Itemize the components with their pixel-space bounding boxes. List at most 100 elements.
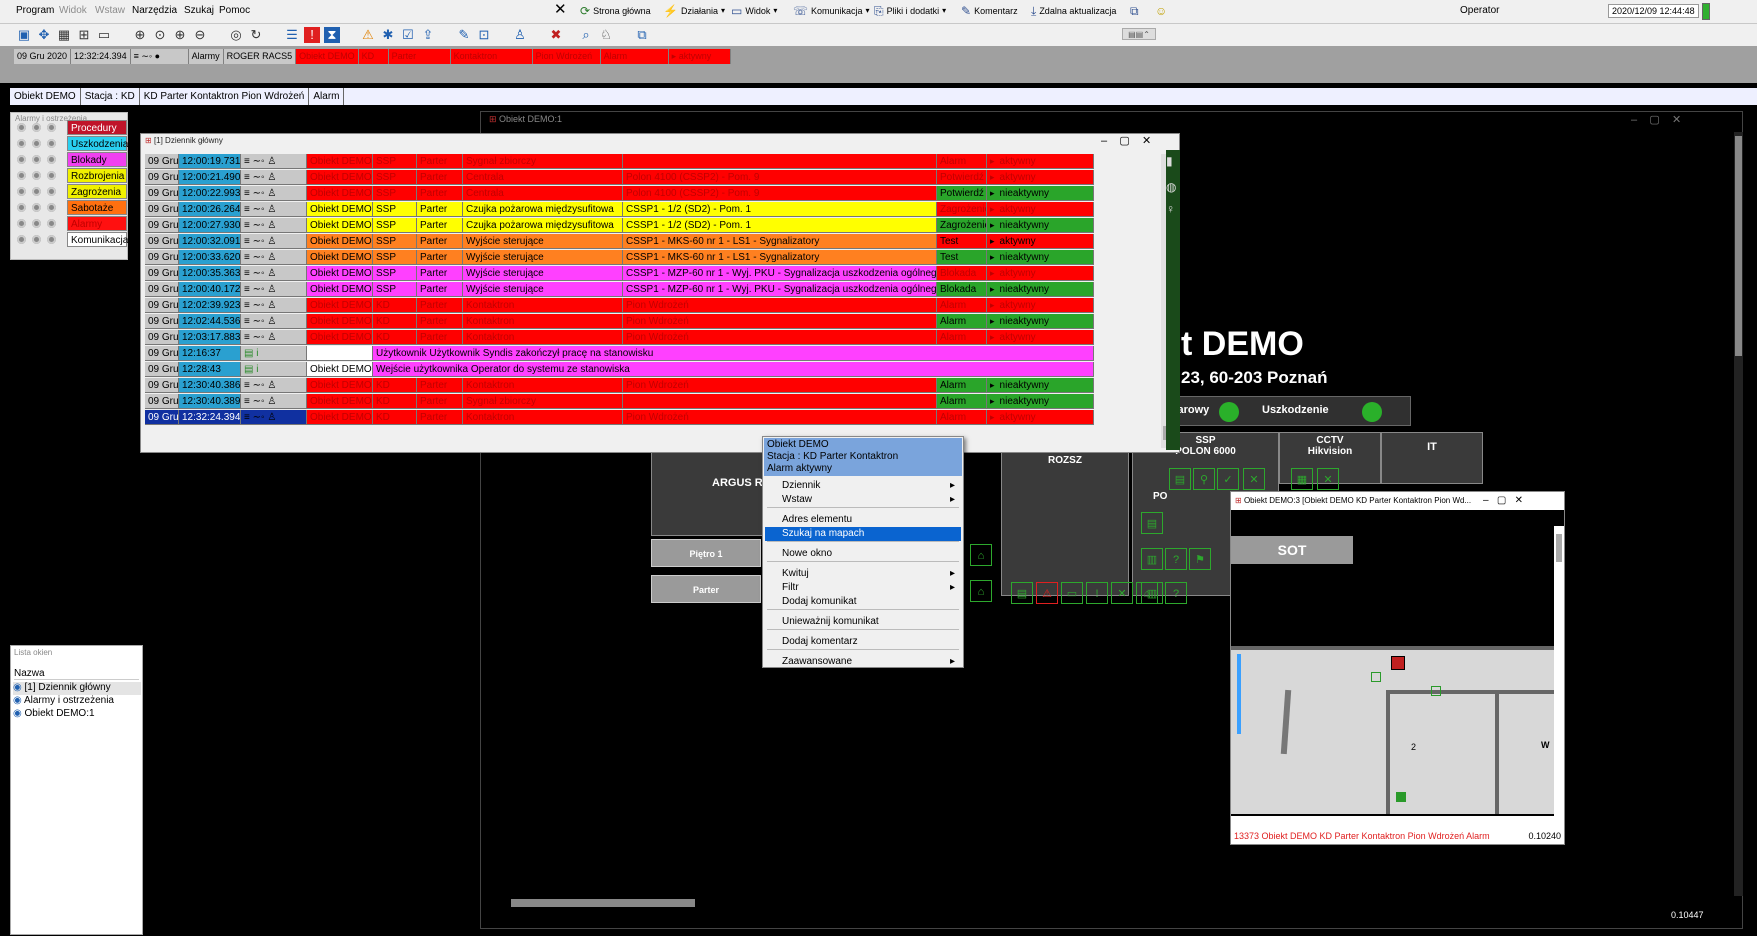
legend-row[interactable]: Blokady: [11, 151, 127, 167]
journal-row[interactable]: 09 Gru 12:00:33.620 ≡ ∼◦ ♙ Obiekt DEMO SSP Pa…: [145, 250, 1094, 266]
rozsz-bell-icon[interactable]: ⚠: [1036, 582, 1058, 604]
subwin-h-scrollbar[interactable]: [1231, 816, 1564, 828]
po-chart2-icon[interactable]: ▥: [1141, 582, 1163, 604]
po-question-icon[interactable]: ?: [1165, 548, 1187, 570]
window-icon[interactable]: ▣: [16, 27, 32, 43]
journal-row[interactable]: 09 Gru 12:00:35.363 ≡ ∼◦ ♙ Obiekt DEMO SSP Pa…: [145, 266, 1094, 282]
menu-item-unieważnij-komunikat[interactable]: Unieważnij komunikat: [765, 615, 961, 629]
subwin-titlebar[interactable]: ⊞ Obiekt DEMO:3 [Obiekt DEMO KD Parter K…: [1231, 492, 1564, 510]
globe-icon[interactable]: ◍: [1166, 180, 1176, 194]
alarm-sensor-icon[interactable]: [1391, 656, 1405, 670]
legend-row[interactable]: Sabotaże: [11, 199, 127, 215]
legend-toggle[interactable]: [32, 138, 41, 148]
menu-widok[interactable]: Widok: [59, 5, 87, 16]
v-scrollbar[interactable]: [1734, 132, 1743, 896]
legend-toggle[interactable]: [17, 122, 26, 132]
legend-row[interactable]: Procedury: [11, 119, 127, 135]
legend-row[interactable]: Uszkodzenia: [11, 135, 128, 151]
legend-toggle[interactable]: [17, 202, 26, 212]
sot-button[interactable]: SOT: [1231, 536, 1353, 564]
warning-icon[interactable]: ⚠: [360, 27, 376, 43]
journal-message-row[interactable]: 09 Gru 12:16:37 ▤ i Użytkownik Użytkownik …: [145, 346, 1094, 362]
menu-item-wstaw[interactable]: Wstaw ▸: [765, 493, 961, 507]
menu-item-nowe-okno[interactable]: Nowe okno: [765, 547, 961, 561]
window-list-item[interactable]: ◉ [1] Dziennik główny: [13, 682, 141, 695]
comment-button[interactable]: ✎ Komentarz: [961, 5, 1018, 17]
menu-item-dodaj-komunikat[interactable]: Dodaj komunikat: [765, 595, 961, 609]
list-icon[interactable]: ☰: [284, 27, 300, 43]
journal-row[interactable]: 09 Gru 12:30:40.389 ≡ ∼◦ ♙ Obiekt DEMO KD Par…: [145, 394, 1094, 410]
screens-button[interactable]: ⧉: [1130, 5, 1139, 17]
edit-frame-icon[interactable]: ⊡: [476, 27, 492, 43]
zoom-fit-icon[interactable]: ⊕: [132, 27, 148, 43]
journal-row[interactable]: 09 Gru 12:00:40.172 ≡ ∼◦ ♙ Obiekt DEMO SSP Pa…: [145, 282, 1094, 298]
search-icon[interactable]: ⌕: [578, 27, 594, 43]
legend-toggle[interactable]: [32, 186, 41, 196]
po-question2-icon[interactable]: ?: [1165, 582, 1187, 604]
zoom-in-icon[interactable]: ⊕: [172, 27, 188, 43]
sensor-icon[interactable]: [1431, 686, 1441, 696]
po-bell-icon[interactable]: ⚑: [1189, 548, 1211, 570]
menu-program[interactable]: Program: [16, 5, 54, 16]
menu-item-szukaj-na-mapach[interactable]: Szukaj na mapach: [765, 527, 961, 541]
files-button[interactable]: ⎘ Pliki i dodatki ▾: [874, 5, 946, 17]
breadcrumb-event[interactable]: Alarm: [309, 88, 345, 105]
smiley-button[interactable]: ☺: [1155, 5, 1167, 17]
legend-toggle[interactable]: [32, 122, 41, 132]
sensor-icon[interactable]: [1396, 792, 1406, 802]
po-chart-icon[interactable]: ▥: [1141, 548, 1163, 570]
map-window-controls[interactable]: – ▢ ✕: [1631, 113, 1681, 126]
journal-row[interactable]: 09 Gru 12:00:27.930 ≡ ∼◦ ♙ Obiekt DEMO SSP Pa…: [145, 218, 1094, 234]
legend-toggle[interactable]: [17, 218, 26, 228]
sensor-icon[interactable]: [1371, 672, 1381, 682]
journal-row[interactable]: 09 Gru 12:32:24.394 ≡ ∼◦ ♙ Obiekt DEMO KD Par…: [145, 410, 1094, 426]
legend-toggle[interactable]: [47, 138, 56, 148]
subwin-v-scrollbar[interactable]: [1554, 526, 1564, 816]
actions-button[interactable]: ⚡ Działania ▾: [663, 5, 725, 17]
zoom-region-icon[interactable]: ⊙: [152, 27, 168, 43]
edit-icon[interactable]: ✎: [456, 27, 472, 43]
legend-toggle[interactable]: [32, 202, 41, 212]
ssp-ack-icon[interactable]: ✓: [1217, 468, 1239, 490]
legend-row[interactable]: Zagrożenia: [11, 183, 127, 199]
h-scroll-thumb[interactable]: [511, 899, 695, 907]
menu-item-filtr[interactable]: Filtr ▸: [765, 581, 961, 595]
legend-toggle[interactable]: [47, 202, 56, 212]
subwin-controls[interactable]: – ▢ ✕: [1483, 492, 1523, 510]
legend-toggle[interactable]: [47, 154, 56, 164]
argus-lock-icon[interactable]: ⌂: [970, 544, 992, 566]
rozsz-input-icon[interactable]: ▤: [1011, 582, 1033, 604]
menu-szukaj[interactable]: Szukaj: [184, 5, 214, 16]
menu-narzedzia[interactable]: Narzędzia: [132, 5, 177, 16]
legend-toggle[interactable]: [32, 170, 41, 180]
ssp-detector-icon[interactable]: ▤: [1169, 468, 1191, 490]
rozsz-panel[interactable]: ROZSZ: [1001, 432, 1129, 596]
legend-toggle[interactable]: [32, 218, 41, 228]
communication-button[interactable]: ☏ Komunikacja ▾: [793, 5, 870, 17]
po-input-icon[interactable]: ▤: [1141, 512, 1163, 534]
legend-toggle[interactable]: [47, 186, 56, 196]
hourglass-icon[interactable]: ⧗: [324, 27, 340, 43]
legend-toggle[interactable]: [47, 218, 56, 228]
menu-pomoc[interactable]: Pomoc: [219, 5, 250, 16]
breadcrumb-object[interactable]: Obiekt DEMO: [10, 88, 81, 105]
upload-icon[interactable]: ⇪: [420, 27, 436, 43]
legend-toggle[interactable]: [17, 138, 26, 148]
breadcrumb-station[interactable]: Stacja : KD: [81, 88, 140, 105]
update-button[interactable]: ⤓ Zdalna aktualizacja: [1031, 5, 1116, 17]
mini-controls[interactable]: ▤▤⌃: [1122, 28, 1156, 40]
legend-toggle[interactable]: [47, 234, 56, 244]
close-x-button[interactable]: ✕: [554, 2, 567, 17]
target-icon[interactable]: ◎: [228, 27, 244, 43]
journal-message-row[interactable]: 09 Gru 12:28:43 ▤ i Obiekt DEMO Wejście uży…: [145, 362, 1094, 378]
zoom-out-icon[interactable]: ⊖: [192, 27, 208, 43]
legend-row[interactable]: Rozbrojenia: [11, 167, 127, 183]
legend-toggle[interactable]: [17, 154, 26, 164]
menu-wstaw[interactable]: Wstaw: [95, 5, 125, 16]
ground-floor-button[interactable]: Parter: [651, 575, 761, 603]
legend-row[interactable]: Alarmy: [11, 215, 127, 231]
cctv-grid-icon[interactable]: ▦: [1291, 468, 1313, 490]
subwin-v-thumb[interactable]: [1556, 534, 1562, 562]
legend-toggle[interactable]: [47, 170, 56, 180]
journal-window-controls[interactable]: – ▢ ✕: [1101, 134, 1151, 147]
